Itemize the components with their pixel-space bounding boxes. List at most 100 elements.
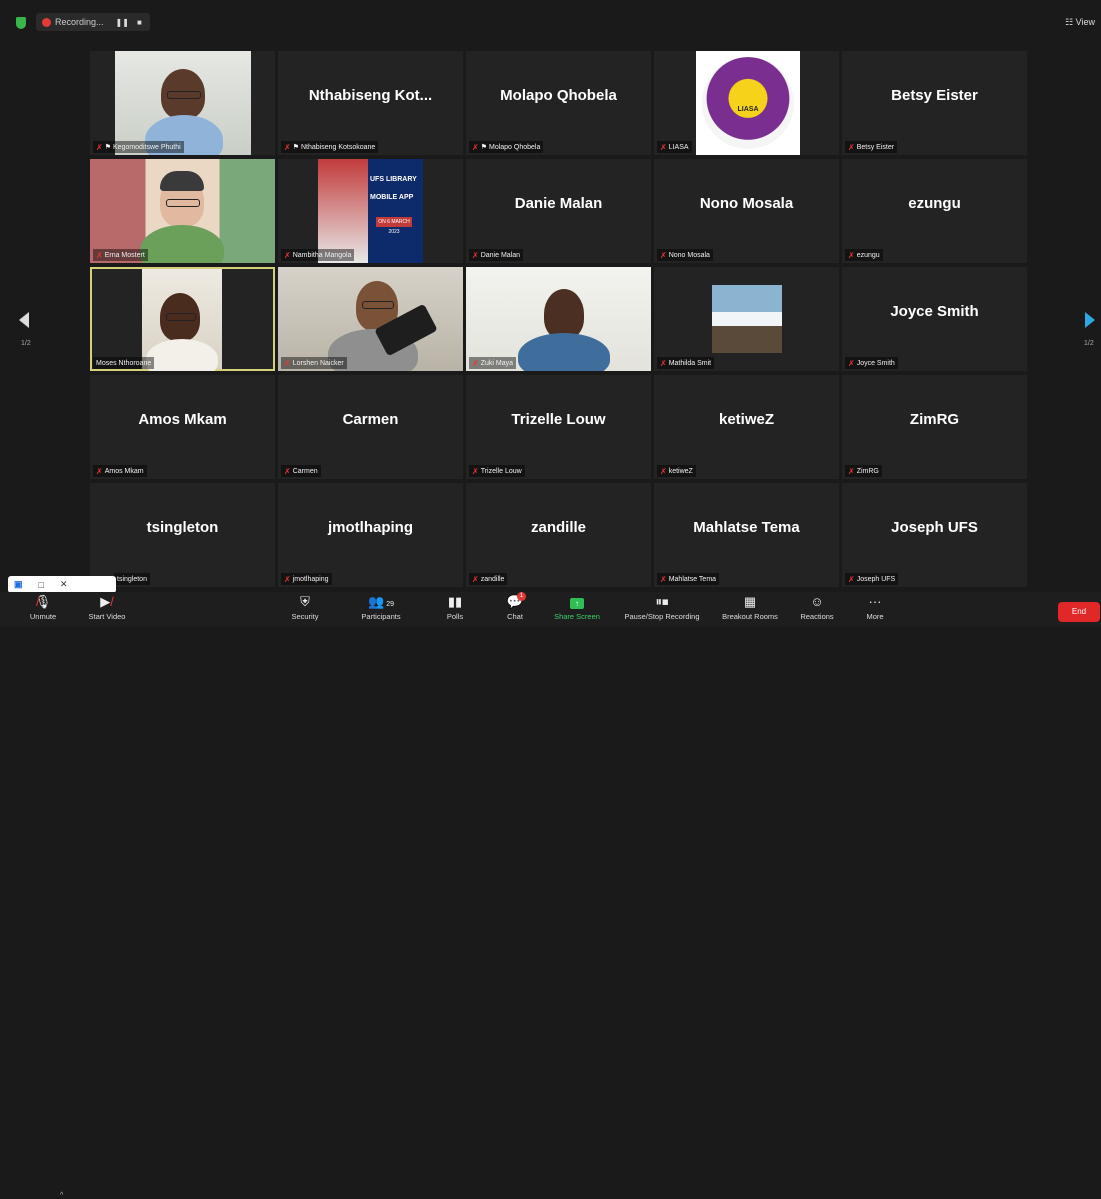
chat-button[interactable]: 💬 1 Chat bbox=[480, 592, 550, 621]
mic-muted-icon: ✗ bbox=[848, 358, 855, 368]
stop-recording-icon[interactable]: ■ bbox=[137, 18, 142, 27]
view-button[interactable]: ☷ View bbox=[1065, 17, 1095, 28]
mic-muted-icon: ✗ bbox=[848, 250, 855, 260]
start-video-button[interactable]: ▶/ Start Video bbox=[72, 594, 142, 621]
mic-muted-icon: ✗ bbox=[284, 250, 291, 260]
participant-tile[interactable]: ✗ Lorshen Naicker bbox=[278, 267, 463, 371]
participant-tile[interactable]: Nono Mosala ✗ Nono Mosala bbox=[654, 159, 839, 263]
chat-unread-badge: 1 bbox=[517, 592, 526, 601]
participant-name-label: ✗ Lorshen Naicker bbox=[281, 357, 347, 369]
security-shield-icon[interactable] bbox=[16, 17, 26, 29]
participant-tile[interactable]: ezungu ✗ ezungu bbox=[842, 159, 1027, 263]
pin-icon: ⚑ bbox=[292, 144, 299, 151]
participant-display-name: jmotlhaping bbox=[328, 519, 413, 536]
participant-name-label: tsingleton bbox=[114, 573, 150, 585]
participant-display-name: Trizelle Louw bbox=[511, 411, 606, 428]
participant-display-name: Amos Mkam bbox=[138, 411, 227, 428]
mic-muted-icon: ✗ bbox=[660, 466, 667, 476]
participant-tile[interactable]: zandille ✗ zandille bbox=[466, 483, 651, 587]
participant-name-label: ✗ Joseph UFS bbox=[845, 573, 899, 585]
participant-tile[interactable]: Danie Malan ✗ Danie Malan bbox=[466, 159, 651, 263]
participant-name-label: ✗ Nambitha Mangola bbox=[281, 249, 355, 261]
participant-name-label: ✗ ⚑ Kegomoditswe Phuthi bbox=[93, 141, 184, 153]
mic-muted-icon: ✗ bbox=[96, 142, 103, 152]
participants-icon: 👥 29 bbox=[368, 594, 394, 609]
participant-name-label: ✗ ⚑ Nthabiseng Kotsokoane bbox=[281, 141, 379, 153]
end-meeting-button[interactable]: End bbox=[1058, 602, 1100, 622]
participant-tile-active-speaker[interactable]: Moses Nthoroane bbox=[90, 267, 275, 371]
participant-tile[interactable]: ZimRG ✗ ZimRG bbox=[842, 375, 1027, 479]
liasa-logo-image: LIASA bbox=[696, 51, 800, 155]
chat-bubble-icon: 💬 1 bbox=[480, 592, 550, 610]
recording-indicator: Recording... ❚❚ ■ bbox=[36, 13, 150, 31]
participant-name-label: ✗ Danie Malan bbox=[469, 249, 524, 261]
more-button[interactable]: ··· More bbox=[840, 594, 910, 621]
close-icon[interactable]: ✕ bbox=[60, 579, 68, 590]
mic-muted-icon: ✗ bbox=[96, 250, 103, 260]
video-feed bbox=[90, 159, 275, 263]
ellipsis-icon: ··· bbox=[868, 594, 882, 609]
participant-tile[interactable]: Joyce Smith ✗ Joyce Smith bbox=[842, 267, 1027, 371]
participant-name-label: ✗ ezungu bbox=[845, 249, 883, 261]
mic-muted-icon: ✗ bbox=[848, 466, 855, 476]
participant-tile[interactable]: jmotlhaping ✗ jmotlhaping bbox=[278, 483, 463, 587]
mic-muted-icon: ✗ bbox=[284, 574, 291, 584]
next-page-arrow-icon[interactable] bbox=[1085, 312, 1095, 328]
participant-tile[interactable]: Molapo Qhobela ✗ ⚑ Molapo Qhobela bbox=[466, 51, 651, 155]
video-off-icon: ▶/ bbox=[100, 594, 114, 609]
participant-name-label: ✗ Mahlatse Tema bbox=[657, 573, 720, 585]
participant-name-label: ✗ Betsy Eister bbox=[845, 141, 898, 153]
microphone-muted-icon: 🎙 / bbox=[34, 594, 52, 609]
participant-display-name: Betsy Eister bbox=[891, 87, 978, 104]
participant-tile[interactable]: Trizelle Louw ✗ Trizelle Louw bbox=[466, 375, 651, 479]
participant-tile[interactable]: ✗ Zuki Maya bbox=[466, 267, 651, 371]
share-screen-button[interactable]: ↑ Share Screen bbox=[542, 594, 612, 621]
breakout-rooms-button[interactable]: ▦ Breakout Rooms bbox=[712, 594, 788, 621]
top-bar: Recording... ❚❚ ■ ☷ View bbox=[0, 0, 1101, 40]
participant-tile[interactable]: ketiweZ ✗ ketiweZ bbox=[654, 375, 839, 479]
mic-muted-icon: ✗ bbox=[472, 466, 479, 476]
restore-window-icon[interactable]: □ bbox=[39, 580, 44, 590]
participant-tile[interactable]: ✗ Erna Mostert bbox=[90, 159, 275, 263]
mic-muted-icon: ✗ bbox=[660, 574, 667, 584]
unmute-button[interactable]: 🎙 / Unmute bbox=[8, 594, 78, 621]
participant-tile[interactable]: Joseph UFS ✗ Joseph UFS bbox=[842, 483, 1027, 587]
participant-display-name: Molapo Qhobela bbox=[500, 87, 617, 104]
participant-tile[interactable]: Mahlatse Tema ✗ Mahlatse Tema bbox=[654, 483, 839, 587]
participant-display-name: ezungu bbox=[908, 195, 961, 212]
participant-name-label: ✗ ZimRG bbox=[845, 465, 882, 477]
pause-recording-icon[interactable]: ❚❚ bbox=[116, 18, 129, 27]
participant-tile[interactable]: Betsy Eister ✗ Betsy Eister bbox=[842, 51, 1027, 155]
audio-options-caret-icon[interactable]: ^ bbox=[60, 1192, 63, 1199]
participant-tile[interactable]: UFS LIBRARY MOBILE APP ON 6 MARCH 2023 ✗… bbox=[278, 159, 463, 263]
meeting-toolbar: 🎙 / Unmute ^ ▶/ Start Video ⛨ Security 👥 2… bbox=[0, 592, 1101, 1199]
participant-display-name: ZimRG bbox=[909, 411, 960, 428]
profile-picture bbox=[712, 285, 782, 353]
participants-button[interactable]: 👥 29 Participants bbox=[346, 594, 416, 621]
pin-icon: ⚑ bbox=[104, 144, 111, 151]
participant-name-label: ✗ zandille bbox=[469, 573, 508, 585]
participant-tile[interactable]: LIASA ✗ LIASA bbox=[654, 51, 839, 155]
mic-muted-icon: ✗ bbox=[472, 358, 479, 368]
participant-tile[interactable]: Carmen ✗ Carmen bbox=[278, 375, 463, 479]
participant-tile[interactable]: ✗ ⚑ Kegomoditswe Phuthi bbox=[90, 51, 275, 155]
video-camera-icon[interactable]: ▣ bbox=[14, 579, 23, 590]
participant-display-name: Danie Malan bbox=[514, 195, 603, 212]
video-feed bbox=[466, 267, 651, 371]
participant-name-label: ✗ Joyce Smith bbox=[845, 357, 898, 369]
participant-tile[interactable]: tsingleton tsingleton bbox=[90, 483, 275, 587]
mic-muted-icon: ✗ bbox=[660, 358, 667, 368]
security-button[interactable]: ⛨ Security bbox=[270, 594, 340, 621]
participant-tile[interactable]: Nthabiseng Kot... ✗ ⚑ Nthabiseng Kotsokoan… bbox=[278, 51, 463, 155]
participant-tile[interactable]: Amos Mkam ✗ Amos Mkam bbox=[90, 375, 275, 479]
poster-date: ON 6 MARCH 2023 bbox=[376, 217, 412, 235]
breakout-rooms-grid-icon: ▦ bbox=[743, 594, 757, 609]
mic-muted-icon: ✗ bbox=[848, 142, 855, 152]
participant-display-name: Mahlatse Tema bbox=[693, 519, 800, 536]
participant-display-name: Nono Mosala bbox=[699, 195, 794, 212]
pause-stop-recording-button[interactable]: ⏸⏹ Pause/Stop Recording bbox=[616, 594, 708, 621]
self-view-minimized[interactable]: ▣ □ ✕ bbox=[8, 576, 116, 593]
prev-page-arrow-icon[interactable] bbox=[19, 312, 29, 328]
mic-muted-icon: ✗ bbox=[848, 574, 855, 584]
participant-tile[interactable]: ✗ Mathilda Smit bbox=[654, 267, 839, 371]
